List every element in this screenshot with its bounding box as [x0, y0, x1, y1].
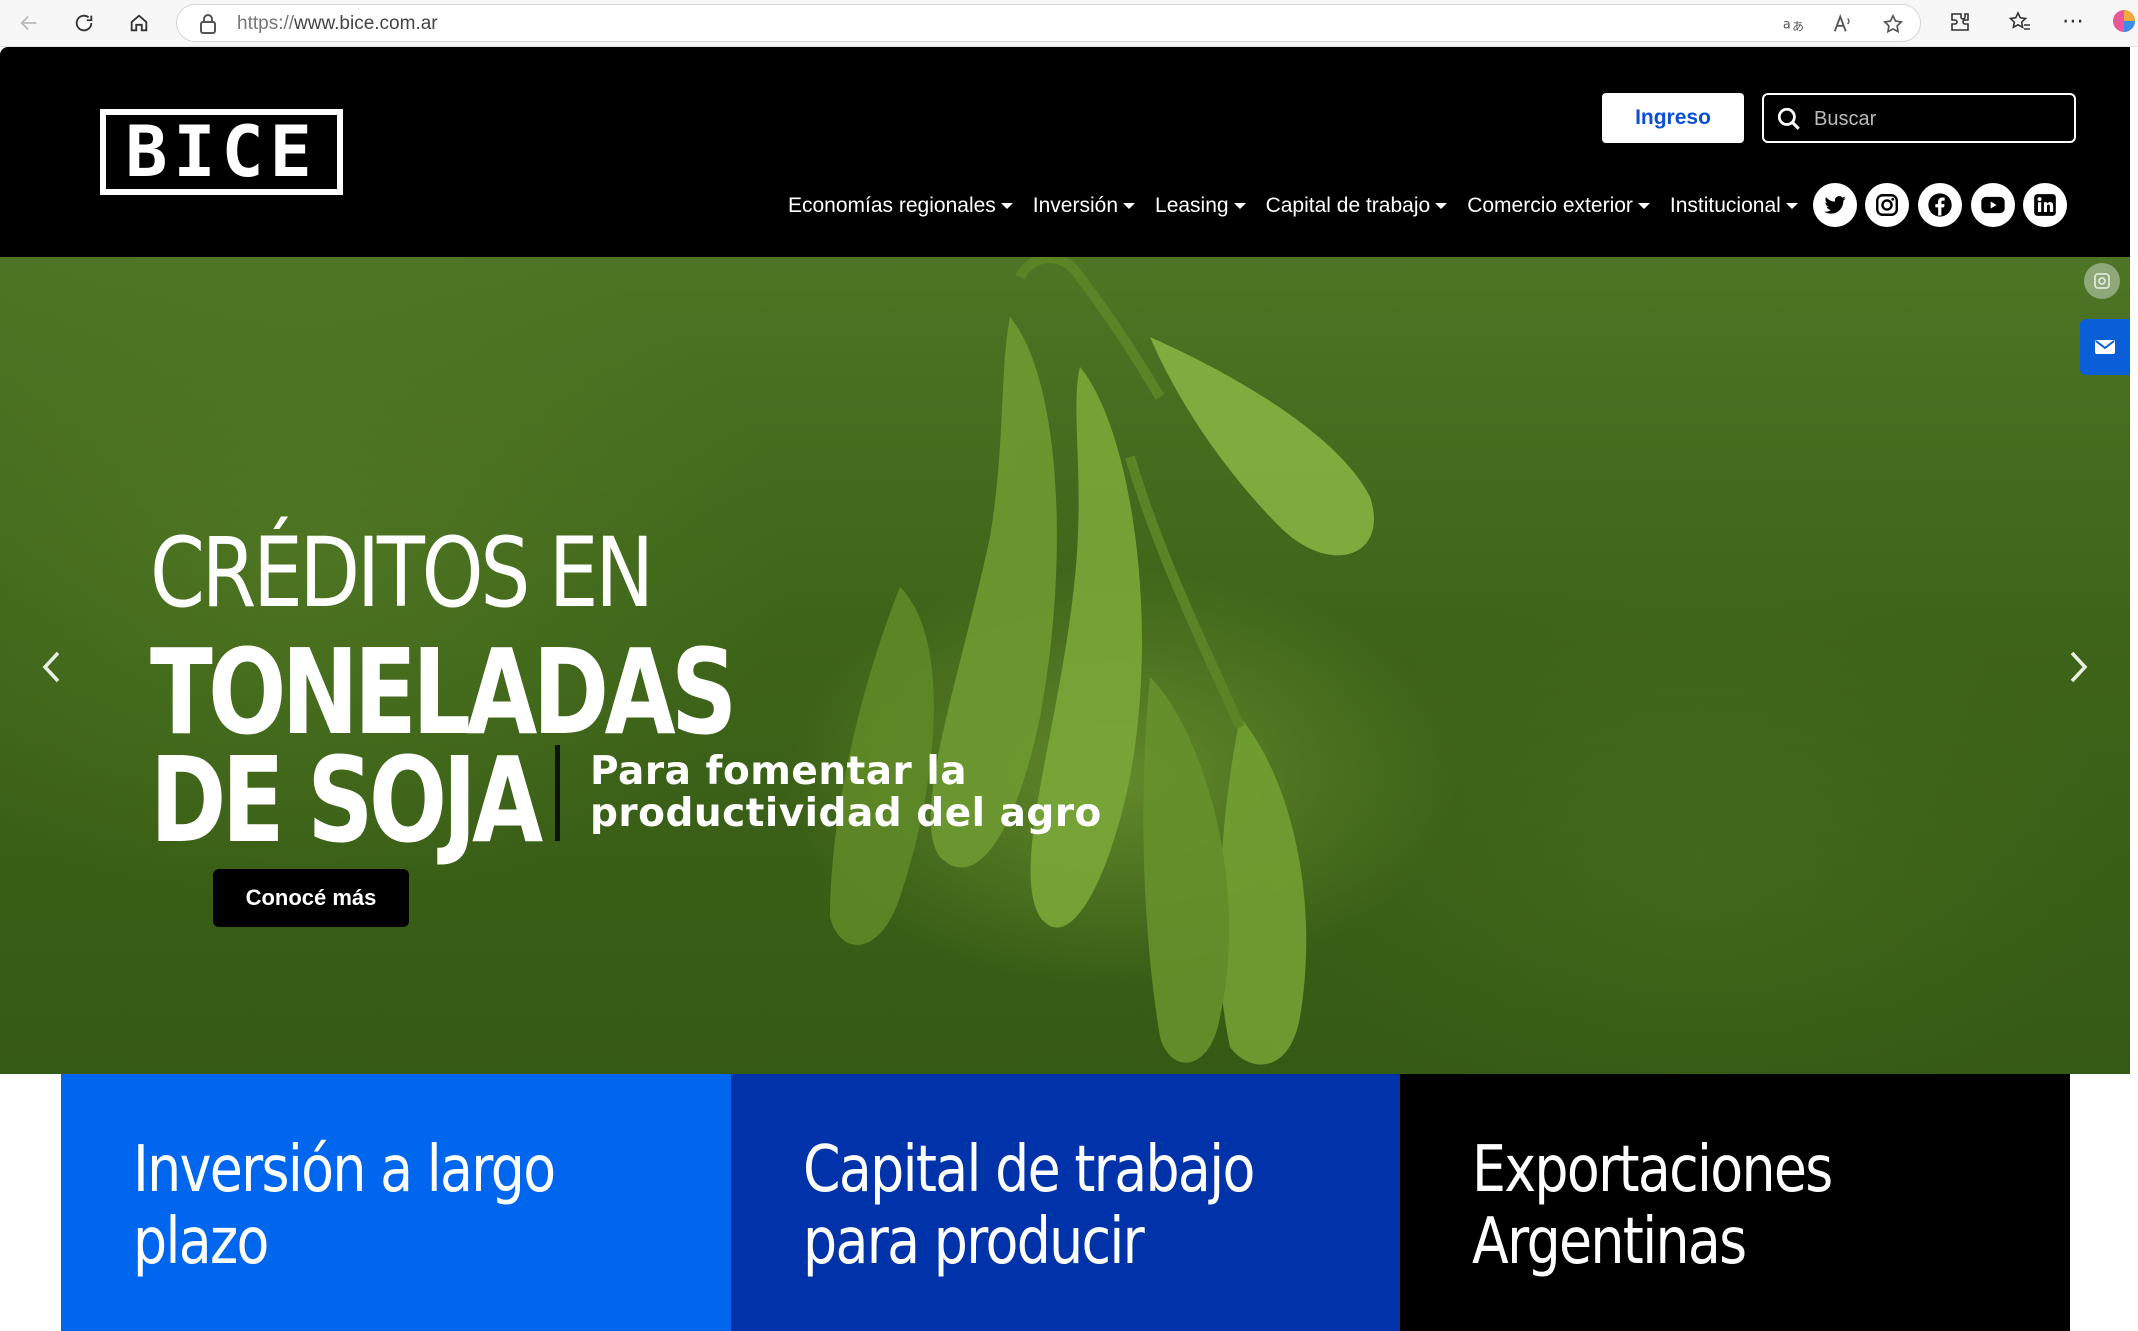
bice-logo[interactable]: BICE [100, 109, 343, 195]
caret-down-icon [1785, 203, 1798, 209]
read-aloud-icon[interactable] [1832, 13, 1854, 35]
facebook-icon[interactable] [1918, 183, 1962, 227]
hero-carousel: CRÉDITOS EN TONELADAS DE SOJA Para fomen… [0, 257, 2130, 1074]
nav-institucional[interactable]: Institucional [1670, 191, 1798, 221]
hero-divider [555, 745, 560, 841]
site-header: BICE Ingreso Economías regionales Invers… [0, 47, 2130, 257]
card-capital-de-trabajo[interactable]: Capital de trabajo para producir [731, 1074, 1400, 1331]
nav-label: Leasing [1155, 194, 1229, 217]
address-bar[interactable]: https://www.bice.com.ar aあ [176, 4, 1921, 42]
caret-down-icon [1123, 203, 1136, 209]
caret-down-icon [1435, 203, 1448, 209]
search-box [1762, 93, 2076, 143]
card-inversion-largo-plazo[interactable]: Inversión a largo plazo [61, 1074, 731, 1331]
favorite-star-icon[interactable] [1882, 13, 1904, 35]
nav-economias-regionales[interactable]: Economías regionales [788, 191, 1013, 221]
card-title: Capital de trabajo para producir [803, 1133, 1255, 1279]
card-title: Exportaciones Argentinas [1472, 1133, 1833, 1279]
caret-down-icon [1000, 203, 1013, 209]
caret-down-icon [1233, 203, 1246, 209]
nav-leasing[interactable]: Leasing [1155, 191, 1246, 221]
card-exportaciones-argentinas[interactable]: Exportaciones Argentinas [1400, 1074, 2070, 1331]
carousel-prev-icon[interactable] [38, 647, 64, 692]
conoce-mas-button[interactable]: Conocé más [213, 869, 409, 927]
svg-text:あ: あ [1792, 19, 1804, 33]
nav-label: Capital de trabajo [1265, 194, 1431, 217]
url-text: https://www.bice.com.ar [237, 13, 438, 35]
nav-comercio-exterior[interactable]: Comercio exterior [1467, 191, 1650, 221]
translate-icon[interactable]: aあ [1782, 13, 1804, 35]
svg-text:a: a [1783, 18, 1791, 33]
screenshot-widget-icon[interactable] [2084, 263, 2120, 299]
youtube-icon[interactable] [1971, 183, 2015, 227]
browser-toolbar: https://www.bice.com.ar aあ ⋯ [0, 0, 2138, 47]
home-icon[interactable] [122, 6, 156, 40]
lock-icon [199, 14, 217, 39]
login-button[interactable]: Ingreso [1602, 93, 1744, 143]
nav-capital-de-trabajo[interactable]: Capital de trabajo [1266, 191, 1448, 221]
favorites-icon[interactable] [2008, 10, 2032, 39]
search-input[interactable] [1812, 103, 2066, 135]
nav-label: Institucional [1669, 194, 1781, 217]
carousel-next-icon[interactable] [2066, 647, 2092, 692]
mail-icon[interactable] [2080, 319, 2130, 375]
card-title: Inversión a largo plazo [133, 1133, 556, 1279]
back-icon[interactable] [12, 6, 46, 40]
main-nav: Economías regionales Inversión Leasing C… [788, 191, 1818, 221]
url-host: www.bice.com.ar [294, 13, 438, 34]
reload-icon[interactable] [67, 6, 101, 40]
copilot-icon[interactable] [2112, 8, 2136, 39]
extensions-icon[interactable] [1948, 10, 1972, 39]
linkedin-icon[interactable] [2023, 183, 2067, 227]
search-icon[interactable] [1776, 106, 1802, 137]
hero-headline-line3: DE SOJA [150, 731, 543, 869]
caret-down-icon [1637, 203, 1650, 209]
hero-subtitle-line1: Para fomentar la [590, 749, 968, 794]
nav-label: Inversión [1032, 194, 1119, 217]
more-menu-icon[interactable]: ⋯ [2062, 8, 2084, 34]
nav-label: Economías regionales [788, 194, 996, 217]
nav-inversion[interactable]: Inversión [1032, 191, 1136, 221]
nav-label: Comercio exterior [1467, 194, 1633, 217]
url-protocol: https:// [237, 13, 295, 34]
hero-subtitle-line2: productividad del agro [590, 791, 1102, 836]
hero-headline-line1: CRÉDITOS EN [150, 517, 654, 629]
instagram-icon[interactable] [1865, 183, 1909, 227]
twitter-icon[interactable] [1813, 183, 1857, 227]
